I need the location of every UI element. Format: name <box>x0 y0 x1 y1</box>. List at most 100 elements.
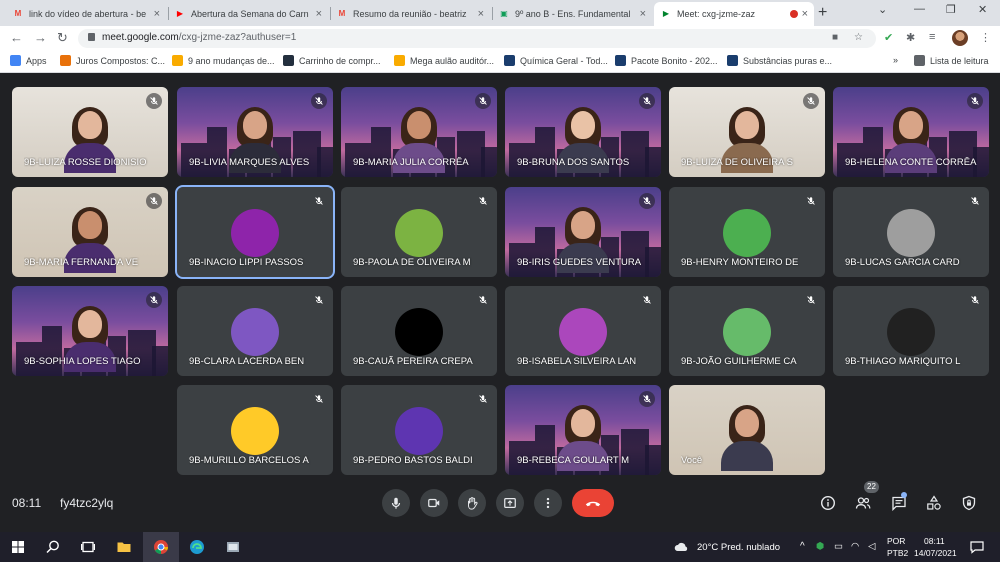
minimize-button[interactable]: — <box>914 3 925 15</box>
volume-icon[interactable]: ◁ <box>868 541 875 552</box>
weather-text[interactable]: 20°C Pred. nublado <box>697 542 780 553</box>
participant-tile[interactable]: 9B-MARIA FERNANDA VE <box>12 187 168 277</box>
close-tab-icon[interactable]: × <box>640 8 646 20</box>
bookmark-item[interactable]: Química Geral - Tod... <box>504 55 608 66</box>
reload-icon[interactable]: ↻ <box>57 30 68 46</box>
bookmark-star-icon[interactable]: ☆ <box>854 32 863 43</box>
participant-tile[interactable]: 9B-HELENA CONTE CORRÊA <box>833 87 989 177</box>
participant-tile[interactable]: 9B-LUIZA ROSSE DIONISIO <box>12 87 168 177</box>
search-button[interactable] <box>44 538 62 556</box>
tray-shield-icon[interactable]: ⬢ <box>816 541 824 552</box>
new-tab-button[interactable]: + <box>818 4 827 22</box>
forward-arrow-icon[interactable]: → <box>34 30 47 45</box>
task-view-button[interactable] <box>79 538 97 556</box>
profile-avatar[interactable] <box>952 30 968 46</box>
chrome-menu-icon[interactable]: ⋮ <box>980 31 991 44</box>
participant-tile[interactable]: 9B-THIAGO MARIQUITO L <box>833 286 989 376</box>
browser-tab[interactable]: Mlink do vídeo de abertura - be × <box>6 2 166 26</box>
taskbar-clock-time[interactable]: 08:11 <box>924 536 945 546</box>
bookmark-label: Substâncias puras e... <box>743 55 833 66</box>
participant-tile[interactable]: 9B-MARIA JULIA CORRÊA <box>341 87 497 177</box>
participant-tile[interactable]: 9B-LUIZA DE OLIVEIRA S <box>669 87 825 177</box>
people-button[interactable] <box>854 494 872 512</box>
close-tab-icon[interactable]: × <box>154 8 160 20</box>
reading-list[interactable]: Lista de leitura <box>914 55 989 66</box>
participant-tile[interactable]: 9B-ISABELA SILVEIRA LAN <box>505 286 661 376</box>
weather-cloud-icon[interactable] <box>672 538 690 556</box>
notifications-button[interactable] <box>968 538 986 556</box>
close-tab-icon[interactable]: × <box>802 8 808 20</box>
bookmark-label: Química Geral - Tod... <box>520 55 608 66</box>
participant-tile[interactable]: 9B-CAUÃ PEREIRA CREPA <box>341 286 497 376</box>
more-options-button[interactable] <box>534 489 562 517</box>
participant-avatar <box>395 209 443 257</box>
participant-tile[interactable]: 9B-CLARA LACERDA BEN <box>177 286 333 376</box>
participant-name: 9B-LUIZA DE OLIVEIRA S <box>681 157 793 168</box>
activities-button[interactable] <box>925 494 943 512</box>
maximize-button[interactable]: ❐ <box>946 3 956 16</box>
back-arrow-icon[interactable]: ← <box>10 30 23 45</box>
browser-tab[interactable]: ▶ Abertura da Semana do Carn × <box>168 2 328 26</box>
battery-icon[interactable]: ▭ <box>834 541 843 552</box>
present-screen-button[interactable] <box>496 489 524 517</box>
browser-tab[interactable]: M Resumo da reunião - beatriz × <box>330 2 490 26</box>
bookmark-item[interactable]: 9 ano mudanças de... <box>172 55 275 66</box>
more-bookmarks-icon[interactable]: » <box>893 55 898 65</box>
raise-hand-button[interactable] <box>458 489 486 517</box>
bookmark-item[interactable]: Carrinho de compr... <box>283 55 381 66</box>
windows-start-button[interactable] <box>9 538 27 556</box>
browser-tab[interactable]: ▶ Meet: cxg-jzme-zaz × <box>654 2 814 26</box>
participant-tile[interactable]: 9B-LUCAS GARCIA CARD <box>833 187 989 277</box>
taskbar-clock-date[interactable]: 14/07/2021 <box>914 548 957 558</box>
participant-tile[interactable]: 9B-PEDRO BASTOS BALDI <box>341 385 497 475</box>
host-controls-button[interactable] <box>960 494 978 512</box>
tray-chevron-icon[interactable]: ^ <box>800 541 805 552</box>
keyboard-layout[interactable]: PTB2 <box>887 548 908 558</box>
participant-tile[interactable]: 9B-BRUNA DOS SANTOS <box>505 87 661 177</box>
close-window-button[interactable]: ✕ <box>978 3 987 16</box>
bookmark-item[interactable]: Mega aulão auditór... <box>394 55 494 66</box>
participant-tile[interactable]: Você <box>669 385 825 475</box>
address-bar[interactable]: meet.google.com/cxg-jzme-zaz?authuser=1 … <box>78 29 876 48</box>
participant-tile[interactable]: 9B-INACIO LIPPI PASSOS <box>175 185 335 279</box>
wifi-icon[interactable]: ◠ <box>851 541 859 552</box>
participant-tile[interactable]: 9B-SOPHIA LOPES TIAGO <box>12 286 168 376</box>
meet-video-grid: 9B-LUIZA ROSSE DIONISIO 9B-LIVIA MARQUES … <box>0 73 1000 532</box>
tab-title: 9º ano B - Ens. Fundamental <box>515 9 631 19</box>
meeting-details-button[interactable] <box>819 494 837 512</box>
app-taskbar-button[interactable] <box>224 538 242 556</box>
camera-button[interactable] <box>420 489 448 517</box>
participant-tile[interactable]: 9B-LIVIA MARQUES ALVES <box>177 87 333 177</box>
participant-tile[interactable]: 9B-JOÃO GUILHERME CA <box>669 286 825 376</box>
browser-tab[interactable]: ▣ 9º ano B - Ens. Fundamental × <box>492 2 652 26</box>
bookmark-item[interactable]: Pacote Bonito - 202... <box>615 55 718 66</box>
close-tab-icon[interactable]: × <box>316 8 322 20</box>
extension-check-icon[interactable]: ✔ <box>884 31 893 44</box>
participant-count-badge: 22 <box>864 481 879 493</box>
participant-tile[interactable]: 9B-PAOLA DE OLIVEIRA M <box>341 187 497 277</box>
bookmark-item[interactable]: Juros Compostos: C... <box>60 55 165 66</box>
tab-search-icon[interactable]: ⌄ <box>878 3 887 16</box>
bookmark-label: Pacote Bonito - 202... <box>631 55 718 66</box>
language-code[interactable]: POR <box>887 536 905 546</box>
camera-indicator-icon[interactable]: ■ <box>832 32 838 43</box>
bookmark-icon <box>172 55 183 66</box>
participant-tile[interactable]: 9B-HENRY MONTEIRO DE <box>669 187 825 277</box>
participant-tile[interactable]: 9B-IRIS GUEDES VENTURA <box>505 187 661 277</box>
bookmark-item[interactable]: Apps <box>10 55 47 66</box>
participant-tile[interactable]: 9B-REBECA GOULART M <box>505 385 661 475</box>
bookmark-item[interactable]: Substâncias puras e... <box>727 55 832 66</box>
chrome-taskbar-button[interactable] <box>152 538 170 556</box>
edge-taskbar-button[interactable] <box>188 538 206 556</box>
extensions-puzzle-icon[interactable]: ✱ <box>906 31 915 44</box>
amazon-icon <box>283 55 294 66</box>
close-tab-icon[interactable]: × <box>478 8 484 20</box>
participant-tile[interactable]: 9B-MURILLO BARCELOS A <box>177 385 333 475</box>
participant-name: 9B-JOÃO GUILHERME CA <box>681 356 797 367</box>
file-explorer-button[interactable] <box>115 538 133 556</box>
end-call-button[interactable] <box>572 489 614 517</box>
meeting-code[interactable]: fy4tzc2ylq <box>60 496 113 510</box>
media-control-icon[interactable]: ≡ <box>929 31 935 43</box>
microphone-button[interactable] <box>382 489 410 517</box>
mic-off-icon <box>967 292 983 308</box>
